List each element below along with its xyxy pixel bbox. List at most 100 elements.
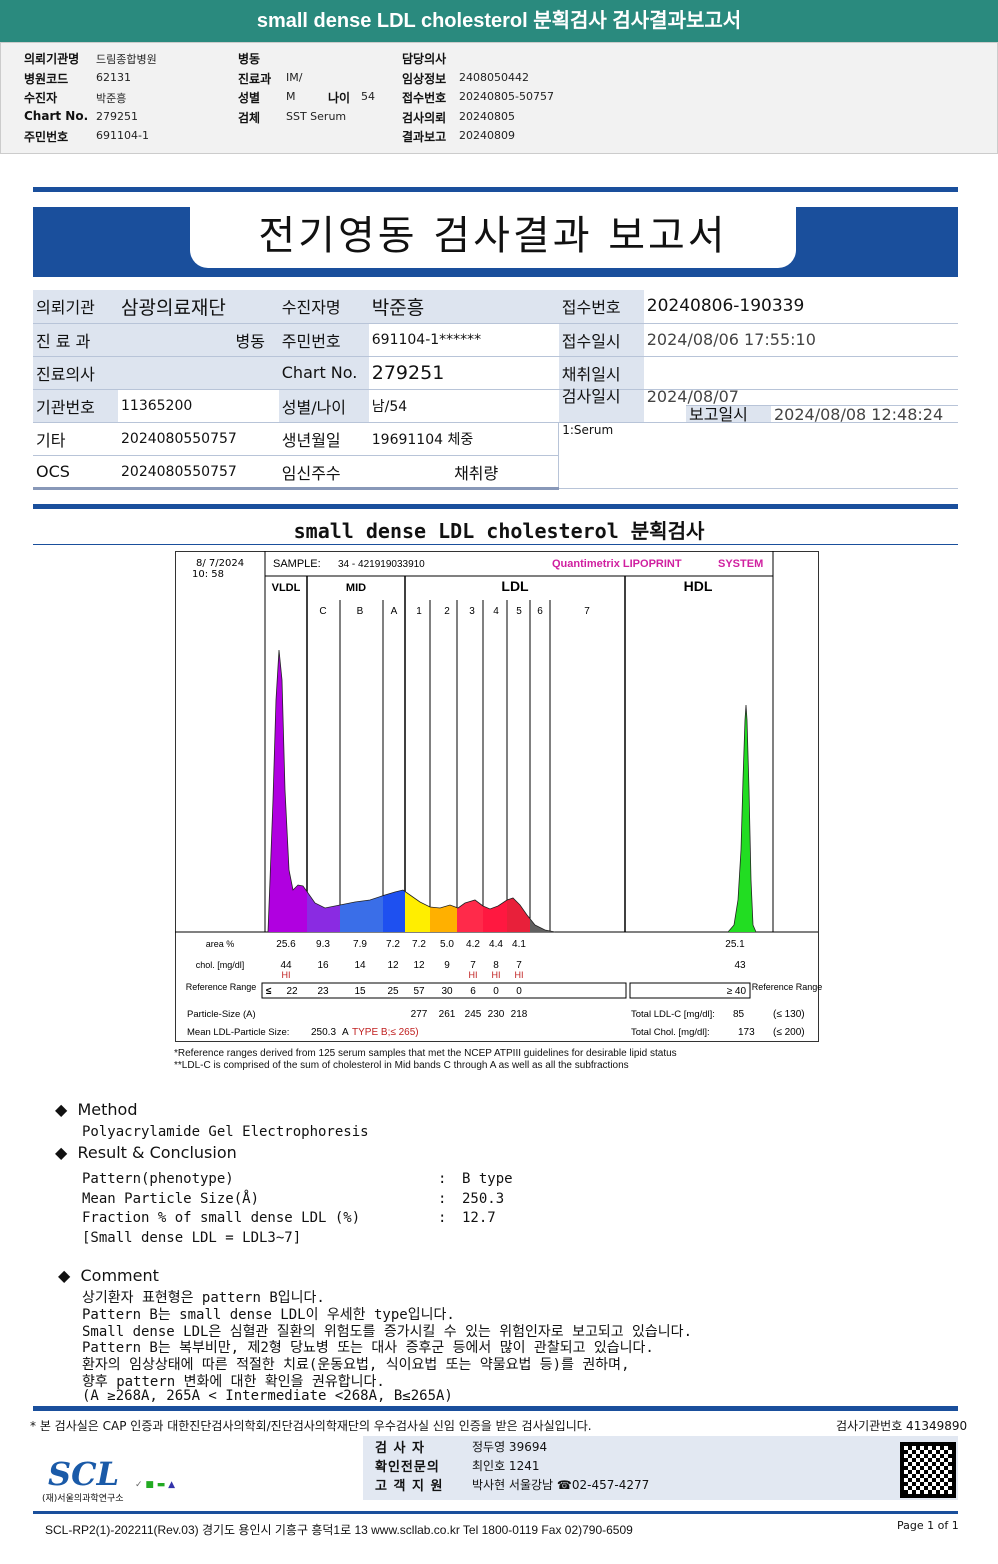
row-label: Mean LDL-Particle Size: (187, 1027, 289, 1038)
staff-role: 검 사 자 (375, 1441, 425, 1456)
band-label: B (357, 606, 364, 617)
method-heading: ◆ Method (55, 1100, 138, 1119)
chol-value: 12 (413, 960, 425, 971)
page-number: Page 1 of 1 (897, 1519, 959, 1532)
result-title: Result & Conclusion (77, 1143, 237, 1162)
row-label: Particle-Size (A) (187, 1009, 256, 1020)
band-label: A (391, 606, 398, 617)
fraction-fill-ldl6 (530, 650, 560, 932)
reference-value: 0 (493, 986, 499, 997)
row-label: Reference Range (186, 982, 257, 992)
diamond-icon: ◆ (58, 1266, 71, 1285)
fraction-fill-hdl (700, 650, 756, 932)
mean-size-value: 250.3 (311, 1027, 336, 1038)
divider (33, 1511, 958, 1514)
institution-number: 검사기관번호 41349890 (836, 1419, 968, 1433)
group-label: MID (346, 582, 366, 594)
area-value: 4.2 (466, 939, 480, 950)
reference-value: 57 (413, 986, 425, 997)
sample-label: SAMPLE: (273, 558, 321, 570)
fraction-fill-ldl1 (405, 650, 430, 932)
result-value: B type (462, 1171, 513, 1187)
reference-value: 23 (317, 986, 329, 997)
reference-value-hdl: ≥ 40 (727, 986, 747, 997)
brand-name: Quantimetrix LIPOPRINT (552, 558, 682, 570)
particle-size: 261 (439, 1009, 456, 1020)
total-ldl-label: Total LDL-C [mg/dl]: (631, 1009, 715, 1020)
reference-value: 6 (470, 986, 476, 997)
chol-value-hdl: 43 (734, 960, 746, 971)
row-label: Reference Range (752, 982, 823, 992)
fraction-fill-mid-a (383, 650, 405, 932)
particle-size: 277 (411, 1009, 428, 1020)
hi-flag: HI (515, 970, 524, 980)
chol-value: 12 (387, 960, 399, 971)
result-sep: : (438, 1171, 447, 1187)
group-label: VLDL (272, 582, 301, 594)
band-label: 3 (469, 606, 475, 617)
chol-value: 16 (317, 960, 329, 971)
fraction-fill-mid-c (307, 650, 340, 932)
result-label: Mean Particle Size(Å) (82, 1190, 260, 1207)
particle-size: 245 (465, 1009, 482, 1020)
total-chol-value: 173 (738, 1027, 755, 1038)
footnote-1: *Reference ranges derived from 125 serum… (174, 1048, 677, 1059)
area-value: 4.4 (489, 939, 503, 950)
staff-box (363, 1436, 958, 1500)
mean-type-detail: TYPE B;≤ 265) (352, 1027, 419, 1038)
total-chol-ref: (≤ 200) (773, 1027, 805, 1038)
row-label: area % (206, 939, 235, 949)
chol-value: 9 (444, 960, 450, 971)
fraction-fill-ldl2 (430, 650, 457, 932)
sample-id: 34 - 421919033910 (338, 559, 425, 570)
total-ldl-ref: (≤ 130) (773, 1009, 805, 1020)
area-value: 7.2 (386, 939, 400, 950)
mean-type: A (342, 1027, 349, 1038)
chart-time: 10: 58 (192, 569, 224, 580)
staff-role: 고 객 지 원 (375, 1479, 444, 1494)
method-text: Polyacrylamide Gel Electrophoresis (82, 1124, 369, 1140)
fraction-fill-ldl4 (483, 650, 507, 932)
result-value: 12.7 (462, 1210, 496, 1226)
footnote-2: **LDL-C is comprised of the sum of chole… (174, 1060, 629, 1071)
area-value: 5.0 (440, 939, 454, 950)
area-value: 7.9 (353, 939, 367, 950)
chart-date: 8/ 7/2024 (196, 558, 244, 569)
result-value: 250.3 (462, 1190, 505, 1207)
diamond-icon: ◆ (55, 1100, 68, 1119)
chol-value: 14 (354, 960, 366, 971)
method-title: Method (77, 1100, 138, 1119)
row-label: chol. [mg/dl] (196, 960, 245, 970)
comment-line: (A ≥268A, 265A < Intermediate <268A, B≤2… (82, 1387, 453, 1404)
fraction-fills (268, 650, 756, 932)
qr-code (900, 1442, 956, 1498)
total-ldl-value: 85 (733, 1009, 745, 1020)
fraction-fill-ldl3 (457, 650, 483, 932)
area-value: 9.3 (316, 939, 330, 950)
fraction-fill-mid-b (340, 650, 383, 932)
total-chol-label: Total Chol. [mg/dl]: (631, 1027, 710, 1038)
particle-size: 230 (488, 1009, 505, 1020)
fraction-fill-ldl5 (507, 650, 530, 932)
result-sep: : (438, 1190, 447, 1207)
area-value-hdl: 25.1 (725, 939, 745, 950)
diamond-icon: ◆ (55, 1143, 68, 1162)
result-note: [Small dense LDL = LDL3~7] (82, 1230, 302, 1246)
result-heading: ◆ Result & Conclusion (55, 1143, 237, 1162)
area-value: 7.2 (412, 939, 426, 950)
electrophoresis-chart: 8/ 7/202410: 58 SAMPLE: 34 - 421919033910 Q… (175, 551, 823, 1038)
comment-title: Comment (80, 1266, 159, 1285)
reference-value: 25 (387, 986, 399, 997)
staff-name: 최인호 1241 (472, 1459, 540, 1473)
band-label: 5 (516, 606, 522, 617)
band-label: 2 (444, 606, 450, 617)
group-label: HDL (684, 578, 713, 594)
area-value: 4.1 (512, 939, 526, 950)
staff-name: 정두영 39694 (472, 1440, 548, 1454)
area-value: 25.6 (276, 939, 296, 950)
brand-system: SYSTEM (718, 558, 763, 570)
hi-flag: HI (469, 970, 478, 980)
staff-role: 확인전문의 (375, 1460, 440, 1475)
result-label: Pattern(phenotype) (82, 1171, 234, 1187)
band-label: C (319, 606, 326, 617)
